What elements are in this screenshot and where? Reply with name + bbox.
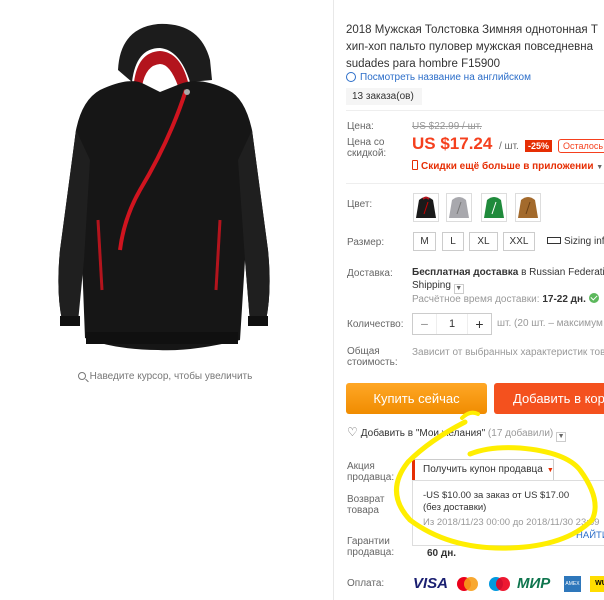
current-price: US $17.24 — [412, 134, 493, 153]
total-label-line: Общая — [347, 346, 380, 357]
guarantee-label-line: Гарантии — [347, 536, 390, 547]
color-swatch-black-red[interactable] — [413, 193, 439, 222]
quantity-note: шт. (20 шт. – максимум на — [497, 318, 604, 329]
globe-icon — [346, 72, 356, 82]
color-swatch-green[interactable] — [481, 193, 507, 222]
wishlist-text[interactable]: Добавить в "Мои желания" — [361, 428, 485, 439]
color-swatch-brown[interactable] — [515, 193, 541, 222]
size-info-text[interactable]: Sizing info — [564, 236, 604, 247]
free-shipping-text: Бесплатная доставка — [412, 267, 519, 278]
size-info-link[interactable]: Sizing info — [547, 236, 604, 247]
returns-label-line: Возврат — [347, 494, 385, 505]
translate-link-text[interactable]: Посмотреть название на английском — [360, 72, 531, 83]
total-note: Зависит от выбранных характеристик товар… — [412, 347, 604, 358]
remaining-badge: Осталось — [558, 139, 604, 153]
chevron-down-icon[interactable]: ▼ — [556, 432, 567, 442]
shipping-method[interactable]: Shipping — [412, 280, 451, 291]
check-icon — [588, 293, 599, 303]
quantity-label: Количество: — [347, 319, 404, 330]
amex-icon: AMEX — [564, 576, 581, 592]
coupon-button-text[interactable]: Получить купон продавца — [423, 464, 543, 475]
delivery-time: Расчётное время доставки: 17-22 дн. — [412, 293, 599, 305]
translate-link[interactable]: Посмотреть название на английском — [346, 72, 531, 83]
guarantee-label-line: продавца: — [347, 547, 395, 558]
returns-label: Возврат товара — [347, 494, 385, 516]
title-line: 2018 Мужская Толстовка Зимняя однотонная… — [346, 24, 598, 36]
size-option-l[interactable]: L — [442, 232, 464, 251]
price-unit: / шт. — [499, 141, 519, 152]
delivery-time-value: 17-22 дн. — [542, 294, 586, 305]
title-line: хип-хоп пальто пуловер мужская повседнев… — [346, 41, 594, 53]
mastercard-icon — [457, 577, 478, 591]
phone-icon — [412, 160, 418, 170]
ruler-icon — [547, 237, 561, 244]
quantity-increase-button[interactable]: + — [467, 314, 491, 334]
orders-count: 13 заказа(ов) — [346, 88, 422, 105]
quantity-stepper: − 1 + — [412, 313, 492, 335]
product-image[interactable] — [40, 20, 285, 365]
price-label: Цена: — [347, 121, 374, 132]
buy-now-button[interactable]: Купить сейчас — [346, 383, 487, 414]
quantity-decrease-button[interactable]: − — [413, 314, 437, 334]
color-swatch-grey[interactable] — [446, 193, 472, 222]
coupon-find-link[interactable]: НАЙТИ — [576, 530, 604, 541]
add-to-cart-button[interactable]: Добавить в кор — [494, 383, 604, 414]
total-label: Общая стоимость: — [347, 346, 398, 368]
zoom-hint-text: Наведите курсор, чтобы увеличить — [89, 371, 253, 382]
mir-icon: МИР — [517, 575, 551, 592]
original-price: US $22.99 / шт. — [412, 121, 482, 132]
divider — [346, 183, 604, 184]
coupon-note: (без доставки) — [423, 502, 487, 513]
total-label-line: стоимость: — [347, 357, 398, 368]
app-discount-text[interactable]: Скидки ещё больше в приложении — [421, 161, 593, 172]
heart-icon: ♡ — [347, 425, 358, 439]
coupon-amount: -US $10.00 за заказ от US $17.00 — [423, 490, 570, 501]
chevron-down-icon: ▼ — [596, 164, 604, 171]
divider — [333, 0, 334, 600]
maestro-icon — [489, 577, 510, 591]
size-option-xl[interactable]: XL — [469, 232, 498, 251]
shipping-info: Бесплатная доставка в Russian Federation… — [412, 266, 604, 294]
seller-promo-label: Акция продавца: — [347, 461, 394, 483]
size-option-m[interactable]: M — [413, 232, 436, 251]
discount-badge: -25% — [525, 140, 553, 152]
returns-label-line: товара — [347, 505, 379, 516]
product-gallery: Наведите курсор, чтобы увеличить — [0, 0, 330, 600]
wishlist-count: (17 добавили) — [487, 428, 554, 439]
product-title: 2018 Мужская Толстовка Зимняя однотонная… — [346, 22, 604, 73]
guarantee-label: Гарантии продавца: — [347, 536, 394, 558]
shipping-destination[interactable]: в Russian Federation — [518, 267, 604, 278]
size-label: Размер: — [347, 237, 385, 248]
discount-price-label: Цена со скидкой: — [347, 137, 387, 159]
payment-label: Оплата: — [347, 578, 385, 589]
add-to-wishlist[interactable]: ♡ Добавить в "Мои желания" (17 добавили) … — [347, 425, 567, 442]
get-coupon-dropdown[interactable]: Получить купон продавца ▼ — [412, 459, 554, 481]
delivery-time-label: Расчётное время доставки: — [412, 294, 540, 305]
title-line: sudades para hombre F15900 — [346, 58, 501, 70]
promo-label-line: Акция — [347, 461, 375, 472]
shipping-label: Доставка: — [347, 268, 393, 279]
chevron-down-icon: ▼ — [546, 467, 554, 474]
quantity-input[interactable]: 1 — [437, 314, 467, 334]
western-union-icon: WU — [590, 576, 604, 592]
color-label: Цвет: — [347, 199, 373, 210]
app-discount-link[interactable]: Скидки ещё больше в приложении ▼ — [412, 160, 603, 172]
promo-label-line: продавца: — [347, 472, 395, 483]
visa-icon: VISA — [413, 575, 449, 592]
zoom-hint: Наведите курсор, чтобы увеличить — [0, 371, 330, 382]
guarantee-value: 60 дн. — [427, 548, 457, 559]
coupon-panel: -US $10.00 за заказ от US $17.00 (без до… — [412, 480, 604, 546]
size-option-xxl[interactable]: XXL — [503, 232, 535, 251]
coupon-period: Из 2018/11/23 00:00 до 2018/11/30 23:59 — [423, 517, 600, 528]
divider — [346, 110, 604, 111]
magnifier-icon — [77, 372, 86, 380]
